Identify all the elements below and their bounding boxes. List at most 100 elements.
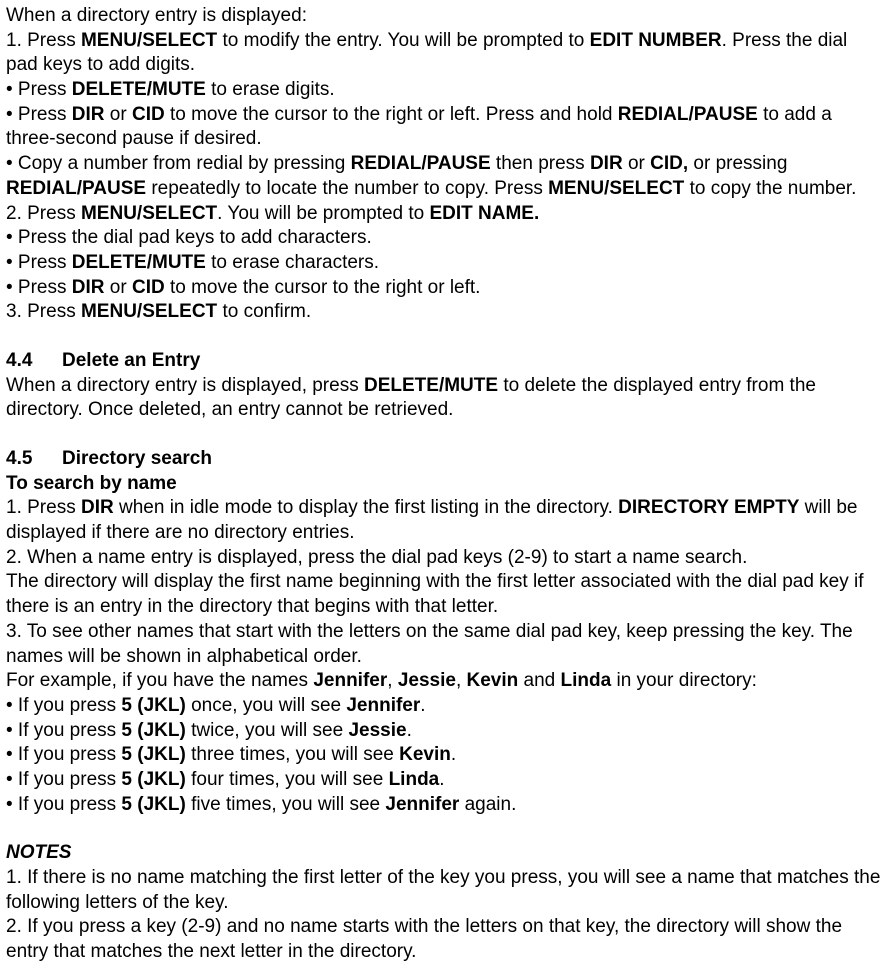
text: once, you will see: [186, 695, 347, 716]
name-example: Linda: [561, 670, 612, 691]
text: • Press: [6, 277, 72, 298]
text: to confirm.: [217, 301, 311, 322]
note-text: 2. If you press a key (2-9) and no name …: [6, 915, 884, 964]
text: or: [623, 153, 650, 174]
key-label: MENU/SELECT: [81, 203, 217, 224]
text: again.: [459, 794, 516, 815]
name-example: Jessie: [398, 670, 456, 691]
text: five times, you will see: [186, 794, 386, 815]
section-heading: 4.4Delete an Entry: [6, 349, 884, 374]
key-label: DELETE/MUTE: [364, 375, 498, 396]
key-label: DIR: [81, 497, 114, 518]
text: twice, you will see: [186, 720, 349, 741]
text: ,: [387, 670, 398, 691]
key-label: 5 (JKL): [121, 695, 185, 716]
text: • If you press: [6, 695, 121, 716]
body-text: • If you press 5 (JKL) twice, you will s…: [6, 719, 884, 744]
body-text: • Press DELETE/MUTE to erase characters.: [6, 251, 884, 276]
text: or pressing: [688, 153, 787, 174]
text: • If you press: [6, 720, 121, 741]
key-label: 5 (JKL): [121, 744, 185, 765]
text: in your directory:: [611, 670, 757, 691]
key-label: DIRECTORY EMPTY: [618, 497, 799, 518]
text: .: [407, 720, 412, 741]
text: to move the cursor to the right or left.: [165, 277, 481, 298]
body-text: • If you press 5 (JKL) once, you will se…: [6, 694, 884, 719]
key-label: REDIAL/PAUSE: [618, 104, 758, 125]
name-example: Kevin: [467, 670, 519, 691]
body-text: • If you press 5 (JKL) three times, you …: [6, 743, 884, 768]
body-text: When a directory entry is displayed, pre…: [6, 374, 884, 423]
key-label: DELETE/MUTE: [72, 79, 206, 100]
text: 2. Press: [6, 203, 81, 224]
text: when in idle mode to display the first l…: [114, 497, 618, 518]
text: repeatedly to locate the number to copy.…: [146, 178, 548, 199]
body-text: 3. Press MENU/SELECT to confirm.: [6, 300, 884, 325]
key-label: MENU/SELECT: [81, 30, 217, 51]
body-text: • Press the dial pad keys to add charact…: [6, 226, 884, 251]
name-example: Jennifer: [346, 695, 420, 716]
text: to erase characters.: [206, 252, 379, 273]
key-label: CID: [132, 277, 165, 298]
body-text: 3. To see other names that start with th…: [6, 620, 884, 669]
section-title: Directory search: [62, 448, 212, 469]
key-label: EDIT NAME.: [429, 203, 539, 224]
key-label: DIR: [72, 277, 105, 298]
key-label: DELETE/MUTE: [72, 252, 206, 273]
body-text: 1. Press MENU/SELECT to modify the entry…: [6, 29, 884, 78]
text: and: [518, 670, 560, 691]
subheading: To search by name: [6, 472, 884, 497]
key-label: MENU/SELECT: [548, 178, 684, 199]
body-text: The directory will display the first nam…: [6, 570, 884, 619]
text: four times, you will see: [186, 769, 389, 790]
text: to erase digits.: [206, 79, 335, 100]
text: .: [451, 744, 456, 765]
text: • Press: [6, 79, 72, 100]
section-number: 4.4: [6, 349, 62, 374]
text: • If you press: [6, 794, 121, 815]
text: 3. Press: [6, 301, 81, 322]
text: • If you press: [6, 769, 121, 790]
key-label: 5 (JKL): [121, 769, 185, 790]
key-label: DIR: [590, 153, 623, 174]
text: to modify the entry. You will be prompte…: [217, 30, 589, 51]
section-number: 4.5: [6, 447, 62, 472]
text: 1. Press: [6, 30, 81, 51]
key-label: 5 (JKL): [121, 720, 185, 741]
key-label: REDIAL/PAUSE: [6, 178, 146, 199]
body-text: • If you press 5 (JKL) five times, you w…: [6, 793, 884, 818]
section-title: Delete an Entry: [62, 350, 200, 371]
body-text: • If you press 5 (JKL) four times, you w…: [6, 768, 884, 793]
note-text: 1. If there is no name matching the firs…: [6, 866, 884, 915]
key-label: 5 (JKL): [121, 794, 185, 815]
key-label: EDIT NUMBER: [590, 30, 722, 51]
key-label: CID: [132, 104, 165, 125]
name-example: Jennifer: [313, 670, 387, 691]
text: • Press: [6, 104, 72, 125]
text: 1. Press: [6, 497, 81, 518]
key-label: CID,: [650, 153, 688, 174]
body-text: When a directory entry is displayed:: [6, 4, 884, 29]
body-text: • Press DIR or CID to move the cursor to…: [6, 276, 884, 301]
body-text: • Press DIR or CID to move the cursor to…: [6, 103, 884, 152]
text: For example, if you have the names: [6, 670, 313, 691]
text: then press: [491, 153, 590, 174]
text: to copy the number.: [684, 178, 856, 199]
text: • If you press: [6, 744, 121, 765]
body-text: 2. When a name entry is displayed, press…: [6, 546, 884, 571]
name-example: Linda: [389, 769, 440, 790]
section-heading: 4.5Directory search: [6, 447, 884, 472]
body-text: • Press DELETE/MUTE to erase digits.: [6, 78, 884, 103]
text: .: [439, 769, 444, 790]
name-example: Kevin: [399, 744, 451, 765]
text: • Copy a number from redial by pressing: [6, 153, 351, 174]
notes-heading: NOTES: [6, 841, 884, 866]
body-text: For example, if you have the names Jenni…: [6, 669, 884, 694]
text: three times, you will see: [186, 744, 399, 765]
text: or: [105, 277, 132, 298]
text: . You will be prompted to: [217, 203, 429, 224]
text: • Press: [6, 252, 72, 273]
text: .: [420, 695, 425, 716]
name-example: Jessie: [348, 720, 406, 741]
name-example: Jennifer: [385, 794, 459, 815]
